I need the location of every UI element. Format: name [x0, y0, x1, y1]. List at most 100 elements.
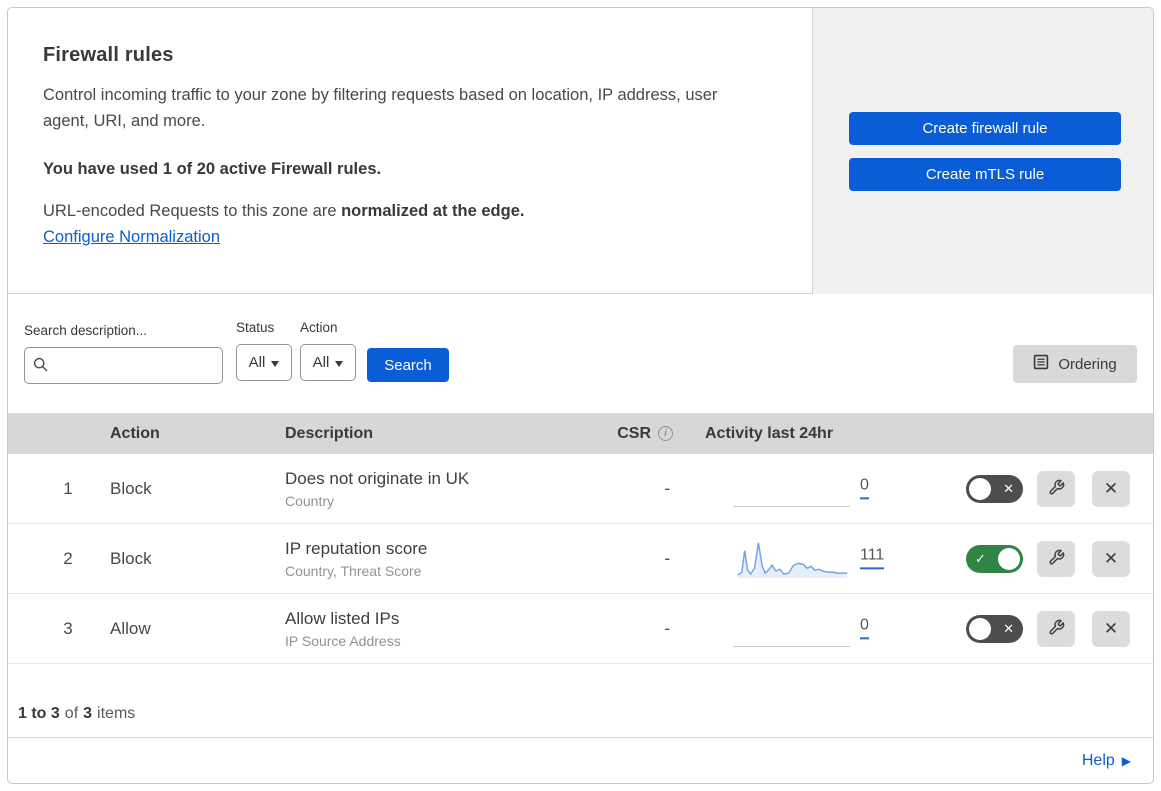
- delete-rule-button[interactable]: ✕: [1092, 470, 1130, 507]
- items-label: items: [97, 705, 136, 722]
- header-section: Firewall rules Control incoming traffic …: [8, 8, 1153, 294]
- wrench-icon: [1048, 479, 1065, 499]
- edit-rule-button[interactable]: [1037, 540, 1075, 577]
- action-dropdown[interactable]: All: [300, 344, 356, 381]
- chevron-down-icon: [271, 360, 280, 367]
- rule-priority: 3: [63, 618, 73, 638]
- csr-header-label: CSR: [617, 424, 651, 442]
- column-header-description: Description: [285, 424, 374, 442]
- wrench-icon: [1048, 619, 1065, 639]
- info-icon[interactable]: i: [658, 426, 673, 441]
- activity-count-link[interactable]: 0: [860, 616, 869, 639]
- pagination-summary: 1 to 3 of 3 items: [8, 664, 1153, 738]
- search-label: Search description...: [24, 323, 148, 338]
- search-button[interactable]: Search: [367, 348, 449, 382]
- table-row: 2 Block IP reputation score Country, Thr…: [8, 524, 1153, 594]
- edit-rule-button[interactable]: [1037, 470, 1075, 507]
- rule-criteria: Country: [285, 492, 335, 509]
- toggle-on-check-icon: ✓: [975, 550, 986, 566]
- activity-count-link[interactable]: 111: [860, 546, 885, 569]
- arrow-right-icon: ▶: [1121, 753, 1131, 768]
- rule-description-cell: Allow listed IPs IP Source Address: [285, 609, 401, 649]
- header-text-block: Firewall rules Control incoming traffic …: [8, 8, 812, 294]
- rule-description: IP reputation score: [285, 538, 428, 558]
- toggle-knob: [969, 617, 991, 640]
- search-input[interactable]: [24, 347, 223, 384]
- search-icon: [33, 357, 49, 378]
- rule-action: Block: [110, 478, 152, 498]
- toggle-knob: [969, 477, 991, 500]
- help-link-label: Help: [1081, 751, 1115, 769]
- activity-count-link[interactable]: 0: [860, 476, 869, 499]
- rule-criteria: Country, Threat Score: [285, 562, 422, 579]
- delete-rule-button[interactable]: ✕: [1092, 540, 1130, 577]
- toggle-knob: [998, 547, 1020, 570]
- normalization-bold: normalized at the edge.: [341, 202, 525, 220]
- table-header: Action Description CSR i Activity last 2…: [8, 413, 1153, 454]
- configure-normalization-link[interactable]: Configure Normalization: [43, 228, 220, 247]
- actions-panel: Create firewall rule Create mTLS rule: [812, 8, 1153, 294]
- rule-criteria: IP Source Address: [285, 632, 401, 649]
- page-title: Firewall rules: [43, 44, 174, 66]
- toggle-off-x-icon: ✕: [1003, 480, 1014, 496]
- create-firewall-rule-button[interactable]: Create firewall rule: [849, 112, 1121, 145]
- action-filter-group: Action All: [300, 320, 356, 381]
- column-header-activity: Activity last 24hr: [705, 424, 834, 442]
- status-dropdown-value: All: [248, 354, 266, 371]
- rule-action: Block: [110, 548, 152, 568]
- status-label: Status: [236, 320, 275, 335]
- action-label: Action: [300, 320, 338, 335]
- help-bar: Help ▶: [8, 738, 1153, 783]
- column-header-action: Action: [110, 424, 160, 442]
- items-total: 3: [83, 705, 93, 722]
- usage-summary: You have used 1 of 20 active Firewall ru…: [43, 160, 382, 178]
- close-icon: ✕: [1103, 618, 1119, 638]
- search-box: [24, 347, 223, 384]
- rule-enabled-toggle[interactable]: ✕ ✓: [966, 614, 1023, 643]
- close-icon: ✕: [1103, 478, 1119, 498]
- toggle-off-x-icon: ✕: [1003, 620, 1014, 636]
- activity-sparkline-area: [733, 454, 850, 524]
- activity-sparkline-area: [733, 524, 850, 594]
- delete-rule-button[interactable]: ✕: [1092, 610, 1130, 647]
- action-dropdown-value: All: [312, 354, 330, 371]
- activity-flatline: [733, 506, 850, 507]
- edit-rule-button[interactable]: [1037, 610, 1075, 647]
- rule-csr-value: -: [664, 478, 670, 498]
- search-group: Search description...: [24, 323, 223, 384]
- ordering-button-label: Ordering: [1058, 355, 1117, 373]
- column-header-csr: CSR i: [558, 413, 673, 454]
- activity-sparkline-chart: [737, 542, 848, 578]
- close-icon: ✕: [1103, 548, 1119, 568]
- items-range: 1 to 3: [18, 705, 60, 722]
- ordering-button[interactable]: Ordering: [1013, 345, 1137, 383]
- rule-csr-value: -: [664, 548, 670, 568]
- rule-description-cell: IP reputation score Country, Threat Scor…: [285, 539, 427, 579]
- items-of-text: of: [64, 705, 79, 722]
- rule-enabled-toggle[interactable]: ✕ ✓: [966, 474, 1023, 503]
- rule-description: Does not originate in UK: [285, 468, 470, 488]
- create-mtls-rule-button[interactable]: Create mTLS rule: [849, 158, 1121, 191]
- normalization-text: URL-encoded Requests to this zone are no…: [43, 202, 772, 221]
- table-row: 1 Block Does not originate in UK Country…: [8, 454, 1153, 524]
- rule-priority: 1: [63, 478, 73, 498]
- activity-flatline: [733, 646, 850, 647]
- rule-priority: 2: [63, 548, 73, 568]
- status-dropdown[interactable]: All: [236, 344, 292, 381]
- firewall-rules-card: Firewall rules Control incoming traffic …: [7, 7, 1154, 784]
- table-row: 3 Allow Allow listed IPs IP Source Addre…: [8, 594, 1153, 664]
- wrench-icon: [1048, 549, 1065, 569]
- page-description: Control incoming traffic to your zone by…: [43, 86, 718, 130]
- rule-description: Allow listed IPs: [285, 608, 400, 628]
- normalization-prefix: URL-encoded Requests to this zone are: [43, 202, 342, 220]
- ordering-list-icon: [1033, 354, 1049, 374]
- activity-sparkline-area: [733, 594, 850, 664]
- filter-bar: Search description... Status All Action …: [8, 295, 1153, 413]
- rule-action: Allow: [110, 618, 151, 638]
- chevron-down-icon: [335, 360, 344, 367]
- rule-csr-value: -: [664, 618, 670, 638]
- help-link[interactable]: Help ▶: [1082, 752, 1131, 770]
- status-filter-group: Status All: [236, 320, 292, 381]
- rule-enabled-toggle[interactable]: ✕ ✓: [966, 544, 1023, 573]
- rule-description-cell: Does not originate in UK Country: [285, 469, 469, 509]
